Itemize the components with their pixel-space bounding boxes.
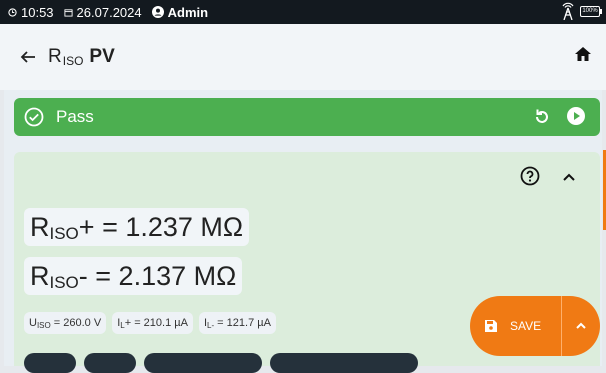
retry-icon: [536, 109, 548, 123]
r-plus-value: + = 1.237 MΩ: [78, 212, 244, 242]
app-bar: RISO PV: [0, 24, 606, 90]
status-bar: 10:53 26.07.2024 Admin 100%: [0, 0, 606, 24]
chevron-up-icon: [576, 322, 586, 329]
calendar-icon: [63, 8, 73, 17]
chip-il-minus: IL- = 121.7 µA: [198, 312, 276, 334]
chevron-up-icon: [563, 173, 575, 181]
back-button[interactable]: [16, 45, 40, 69]
list-item[interactable]: [24, 353, 76, 373]
r-plus-prefix: R: [30, 212, 50, 242]
network-tower-icon: [562, 2, 574, 20]
save-label: SAVE: [510, 319, 542, 333]
help-circle-icon: [520, 166, 540, 186]
status-time: 10:53: [21, 4, 54, 20]
r-minus-value: - = 2.137 MΩ: [78, 261, 237, 291]
floppy-disk-icon: [485, 320, 497, 332]
clock-icon: [8, 7, 17, 17]
result-label: Pass: [56, 107, 94, 126]
user-icon: [151, 6, 164, 18]
list-item[interactable]: [144, 353, 262, 373]
chip-prefix: U: [29, 317, 37, 329]
chip-sub: ISO: [36, 321, 51, 330]
chip-u-iso: UISO = 260.0 V: [24, 312, 107, 334]
chip-value: = 260.0 V: [50, 317, 102, 329]
page-title: RISO PV: [48, 46, 115, 68]
chip-value: = 121.7 µA: [214, 317, 271, 329]
save-button[interactable]: SAVE: [484, 319, 561, 333]
battery-level: 100%: [582, 7, 598, 14]
date-segment: 26.07.2024: [63, 4, 142, 20]
collapse-button[interactable]: [562, 169, 576, 187]
list-item[interactable]: [84, 353, 136, 373]
title-suffix: PV: [89, 46, 115, 67]
list-item[interactable]: [270, 353, 418, 373]
hidden-items-row: [24, 353, 418, 373]
result-bar: Pass: [14, 98, 600, 136]
save-fab: SAVE: [470, 296, 600, 356]
r-minus-sub: ISO: [49, 273, 79, 292]
r-plus-sub: ISO: [49, 224, 79, 243]
status-date: 26.07.2024: [76, 4, 142, 20]
status-user: Admin: [167, 4, 209, 20]
status-right: 100%: [560, 2, 602, 20]
chip-il-plus: IL+ = 210.1 µA: [112, 312, 193, 334]
retry-button[interactable]: [532, 107, 552, 132]
result-r-plus: RISO+ = 1.237 MΩ: [24, 208, 250, 246]
play-circle-icon: [567, 107, 585, 125]
save-options-button[interactable]: [562, 322, 600, 330]
result-r-minus: RISO- = 2.137 MΩ: [24, 257, 243, 295]
check-circle-icon: [24, 107, 44, 127]
time-segment: 10:53: [8, 5, 54, 20]
arrow-left-icon: [20, 51, 35, 63]
user-segment: Admin: [151, 4, 209, 20]
r-minus-prefix: R: [30, 261, 50, 291]
home-button[interactable]: [574, 46, 592, 67]
chip-value: + = 210.1 µA: [124, 317, 188, 329]
title-sub: ISO: [62, 54, 84, 68]
help-button[interactable]: [520, 166, 540, 191]
secondary-results: UISO = 260.0 V IL+ = 210.1 µA IL- = 121.…: [24, 312, 276, 334]
title-main: R: [48, 46, 62, 67]
play-button[interactable]: [566, 106, 586, 131]
battery-icon: 100%: [580, 5, 602, 17]
home-icon: [575, 47, 591, 61]
